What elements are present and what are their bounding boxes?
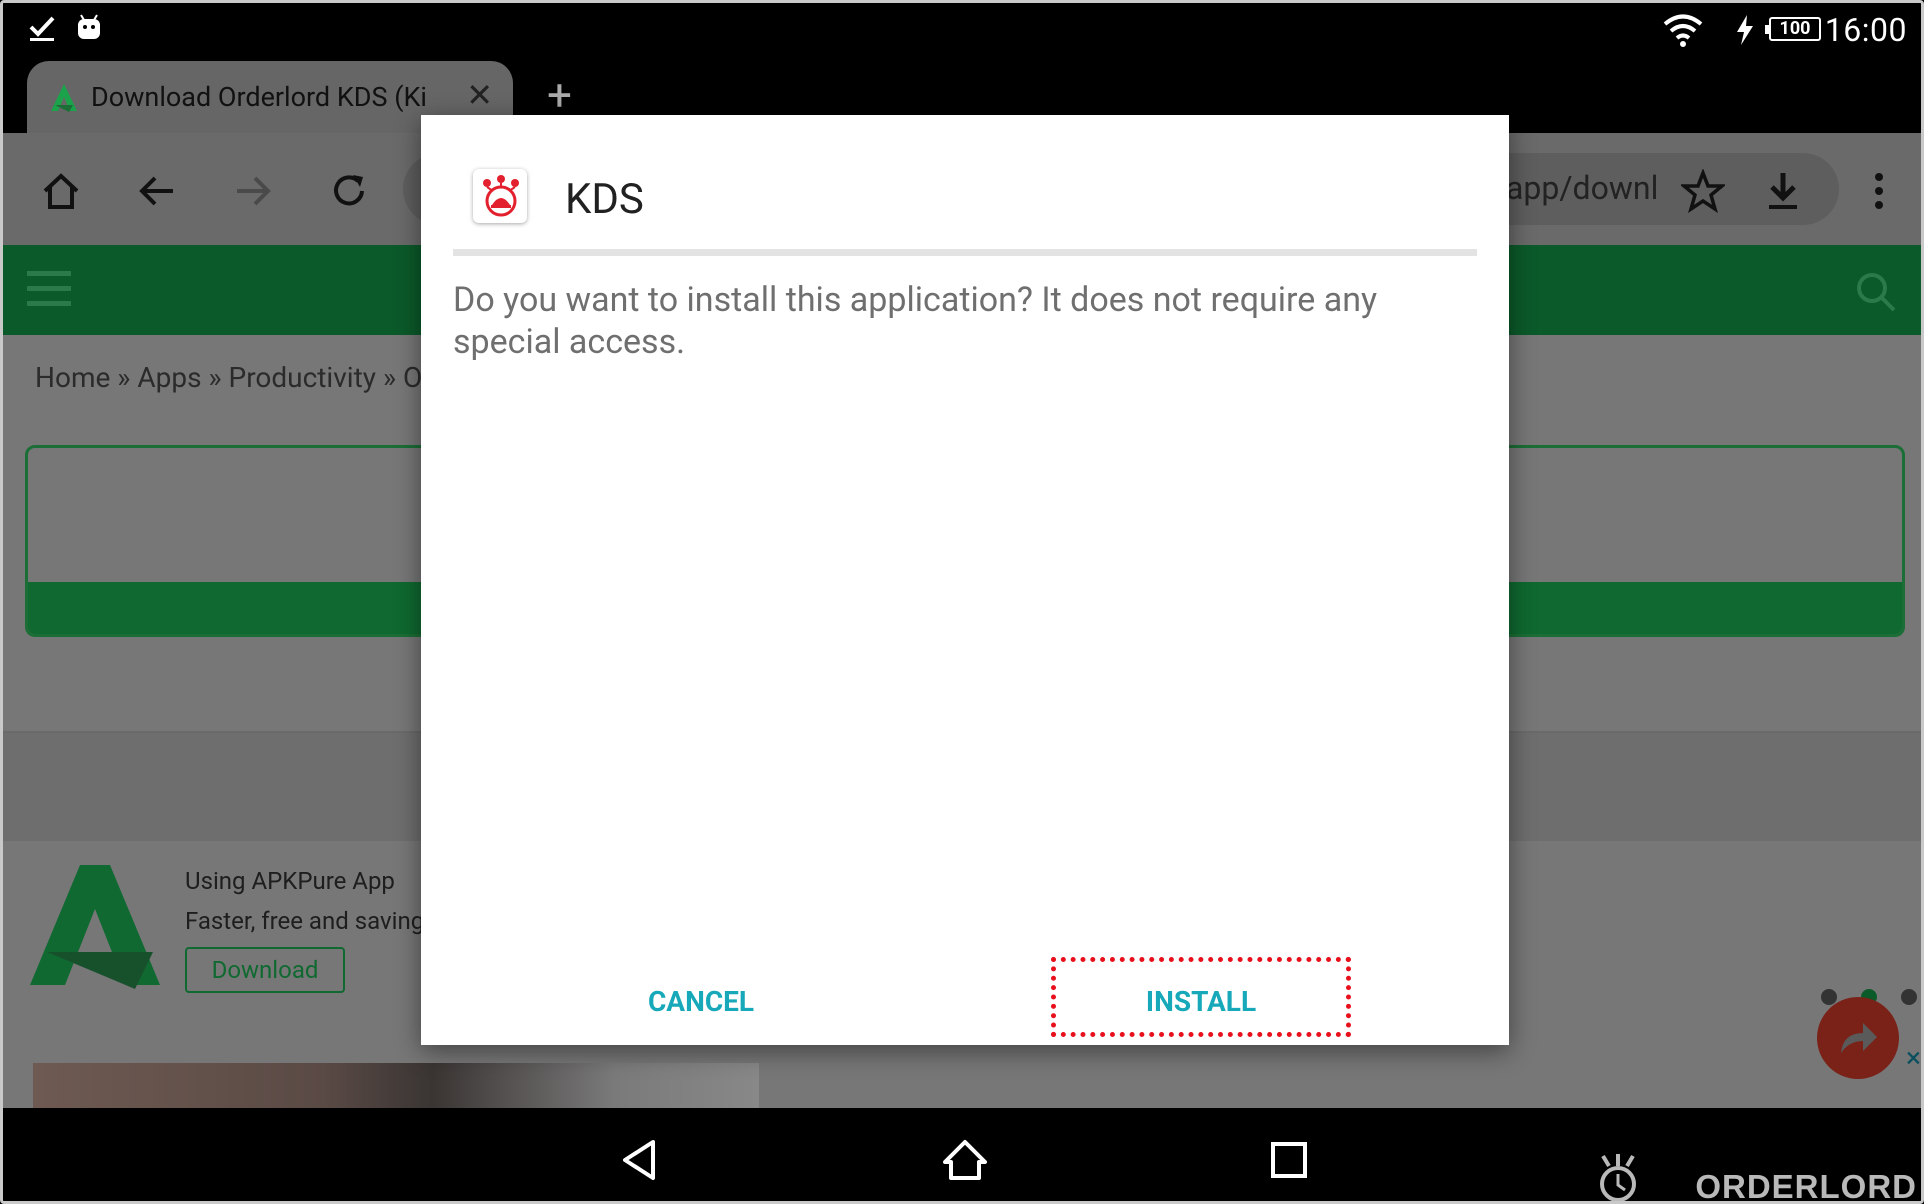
install-dialog: KDS Do you want to install this applicat…: [421, 115, 1509, 1045]
orderlord-watermark-icon: [1600, 1154, 1636, 1201]
promo-title: Using APKPure App: [185, 867, 395, 895]
kds-app-icon: [473, 169, 527, 223]
status-clock: 16:00: [1824, 11, 1907, 49]
home-icon[interactable]: [39, 169, 83, 213]
charging-bolt-icon: [1737, 15, 1753, 45]
ad-image[interactable]: [33, 1063, 759, 1111]
share-arrow-icon: [1841, 1023, 1877, 1053]
hamburger-menu-icon[interactable]: [27, 269, 71, 309]
download-icon[interactable]: [1761, 169, 1805, 213]
reload-icon[interactable]: [327, 169, 371, 213]
back-triangle-icon[interactable]: [617, 1136, 665, 1184]
cancel-button[interactable]: CANCEL: [601, 977, 801, 1027]
apkpure-logo-icon: [30, 865, 160, 989]
wifi-icon: [1663, 14, 1703, 47]
back-arrow-icon[interactable]: [135, 169, 179, 213]
dialog-divider: [453, 249, 1477, 256]
battery-icon: 100: [1765, 17, 1821, 41]
status-bar: 100 16:00: [3, 3, 1921, 59]
promo-download-button[interactable]: Download: [185, 947, 345, 993]
carousel-dot[interactable]: [1901, 989, 1917, 1005]
orderlord-watermark: ORDERLORD: [1695, 1168, 1917, 1204]
recents-square-icon[interactable]: [1265, 1136, 1313, 1184]
url-text[interactable]: app/downl: [1506, 169, 1658, 207]
dialog-message: Do you want to install this application?…: [453, 280, 1378, 362]
new-tab-button[interactable]: +: [547, 73, 572, 117]
close-icon[interactable]: ✕: [466, 79, 493, 111]
checkmark-download-icon: [29, 16, 55, 41]
star-icon[interactable]: [1681, 169, 1725, 213]
carousel-dot[interactable]: [1821, 989, 1837, 1005]
search-icon[interactable]: [1855, 271, 1897, 313]
overflow-menu-icon[interactable]: [1857, 169, 1901, 213]
screen-frame: 100 16:00 Download Orderlord KDS (Ki ✕ +: [0, 0, 1924, 1204]
tab-title: Download Orderlord KDS (Ki: [91, 81, 427, 113]
dialog-app-name: KDS: [565, 175, 644, 224]
apkpure-favicon-icon: [51, 84, 77, 112]
ad-close-icon[interactable]: ×: [1906, 1041, 1921, 1074]
chef-hat-cloche-icon: [483, 175, 519, 217]
android-icon: [78, 14, 100, 39]
ad-banner[interactable]: [3, 1041, 1921, 1111]
forward-arrow-icon[interactable]: [231, 169, 275, 213]
promo-subtitle: Faster, free and saving: [185, 907, 425, 935]
share-button[interactable]: [1817, 997, 1899, 1079]
breadcrumb[interactable]: Home » Apps » Productivity » O: [35, 361, 422, 394]
home-outline-icon[interactable]: [941, 1136, 989, 1184]
system-nav-bar: ORDERLORD: [3, 1108, 1921, 1204]
install-button[interactable]: INSTALL: [1081, 977, 1321, 1027]
